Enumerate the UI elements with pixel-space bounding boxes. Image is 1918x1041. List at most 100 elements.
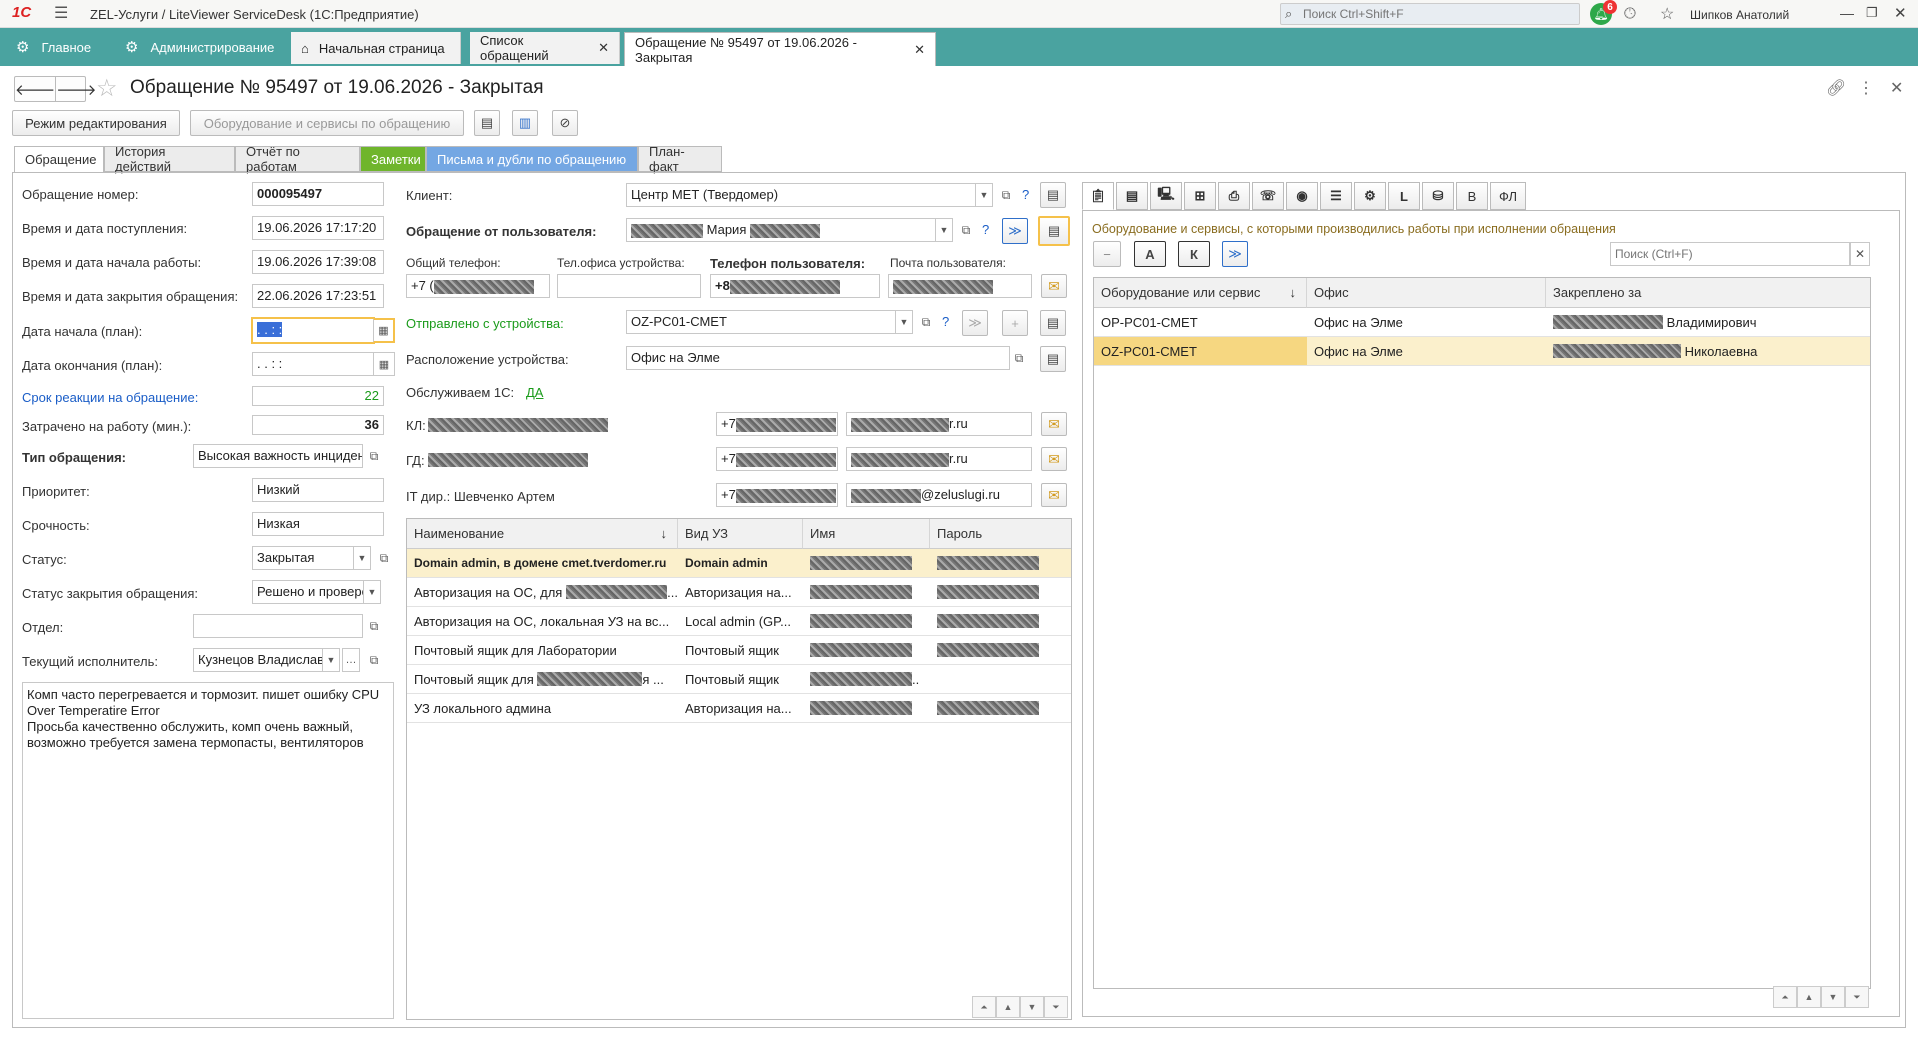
open-icon[interactable]: ⧉ <box>375 549 393 567</box>
table-row[interactable]: Авторизация на ОС, для ... Авторизация н… <box>407 578 1071 607</box>
chevron-down-icon[interactable]: ▼ <box>895 310 913 334</box>
email-icon[interactable]: ✉ <box>1041 412 1067 436</box>
forward-arrow-icon[interactable]: 🡒 <box>56 77 96 101</box>
tab-letters[interactable]: Письма и дубли по обращению <box>426 146 638 172</box>
request-number-field[interactable]: 000095497 <box>252 182 384 206</box>
scroll-down-icon[interactable]: ▼ <box>1821 986 1845 1008</box>
edit-mode-button[interactable]: Режим редактирования <box>12 110 180 136</box>
more-icon[interactable]: ⋮ <box>1858 78 1874 98</box>
chevron-down-icon[interactable]: ▼ <box>975 183 993 207</box>
priority-field[interactable]: Низкий <box>252 478 384 502</box>
user-name[interactable]: Шипков Анатолий <box>1690 8 1789 22</box>
help-icon[interactable]: ? <box>982 222 989 237</box>
user-phone-field[interactable]: +8 <box>710 274 880 298</box>
computer-icon[interactable]: 🖳 <box>1150 182 1182 210</box>
phone-icon[interactable]: ☏ <box>1252 182 1284 210</box>
phone-common-field[interactable]: +7 ( <box>406 274 550 298</box>
location-field[interactable]: Офис на Элме <box>626 346 1010 370</box>
forward-icon[interactable]: ≫ <box>1222 241 1248 267</box>
chevron-down-icon[interactable]: ▼ <box>935 218 953 242</box>
maximize-icon[interactable]: ❐ <box>1866 5 1878 21</box>
scroll-top-icon[interactable]: ⏶ <box>1773 986 1797 1008</box>
open-icon[interactable]: ⧉ <box>957 221 975 239</box>
column-header-name[interactable]: Наименование ↓ <box>407 519 678 549</box>
equipment-search-input[interactable] <box>1611 243 1849 265</box>
executor-field[interactable]: Кузнецов Владислав <box>193 648 323 672</box>
chevron-down-icon[interactable]: ▼ <box>353 546 371 570</box>
urgency-field[interactable]: Низкая <box>252 512 384 536</box>
printer-icon[interactable]: ⎙ <box>1218 182 1250 210</box>
clipboard-icon[interactable]: 📋︎ <box>1082 182 1114 210</box>
help-icon[interactable]: ? <box>1022 187 1029 202</box>
tab-request-main[interactable]: Обращение <box>14 146 104 173</box>
table-row[interactable]: Почтовый ящик для Лаборатории Почтовый я… <box>407 636 1071 665</box>
user-email-field[interactable] <box>888 274 1032 298</box>
close-tab-icon[interactable]: ✕ <box>914 42 925 58</box>
plan-end-field[interactable]: . . : : <box>252 352 374 376</box>
email-icon[interactable]: ✉ <box>1041 483 1067 507</box>
wifi-icon[interactable]: ◉ <box>1286 182 1318 210</box>
gear-icon[interactable]: ⚙ <box>1354 182 1386 210</box>
gd-email-field[interactable]: r.ru <box>846 447 1032 471</box>
open-icon[interactable]: ⧉ <box>365 447 383 465</box>
device-field[interactable]: OZ-PC01-СМЕТ <box>626 310 896 334</box>
email-icon[interactable]: ✉ <box>1041 274 1067 298</box>
section-admin[interactable]: ⚙ Администрирование <box>125 28 274 66</box>
calendar-icon[interactable]: ▦ <box>373 352 395 376</box>
scroll-up-icon[interactable]: ▲ <box>1797 986 1821 1008</box>
table-row[interactable]: Domain admin, в домене cmet.tverdomer.ru… <box>407 549 1071 578</box>
help-icon[interactable]: ? <box>942 314 949 329</box>
favorite-star-icon[interactable]: ☆ <box>96 74 118 103</box>
toolbar-letter-fl[interactable]: ФЛ <box>1490 182 1526 210</box>
scroll-bottom-icon[interactable]: ⏷ <box>1044 996 1068 1018</box>
close-window-icon[interactable]: ✕ <box>1894 4 1907 22</box>
back-arrow-icon[interactable]: 🡐 <box>15 77 57 101</box>
open-icon[interactable]: ⧉ <box>997 186 1015 204</box>
select-more-icon[interactable]: … <box>342 648 360 672</box>
plan-start-field[interactable]: . . : : <box>251 317 375 344</box>
toolbar-letter-b[interactable]: В <box>1456 182 1488 210</box>
serve1c-link[interactable]: ДА <box>526 385 543 400</box>
favorites-icon[interactable]: ☆ <box>1660 4 1674 24</box>
chevron-down-icon[interactable]: ▼ <box>363 580 381 604</box>
kl-email-field[interactable]: r.ru <box>846 412 1032 436</box>
list-icon[interactable]: ▤ <box>1040 346 1066 372</box>
scroll-bottom-icon[interactable]: ⏷ <box>1845 986 1869 1008</box>
tab-notes[interactable]: Заметки <box>360 146 426 172</box>
database-icon[interactable]: ⛁ <box>1422 182 1454 210</box>
table-row[interactable]: УЗ локального админа Авторизация на... <box>407 694 1071 723</box>
section-main[interactable]: ⚙ Главное <box>16 28 91 66</box>
received-field[interactable]: 19.06.2026 17:17:20 <box>252 216 384 240</box>
history-icon[interactable]: 🕓︎ <box>1624 5 1636 22</box>
close-status-field[interactable]: Решено и проверено <box>252 580 364 604</box>
table-row[interactable]: Авторизация на ОС, локальная УЗ на вс...… <box>407 607 1071 636</box>
plus-icon[interactable]: + <box>1002 310 1028 336</box>
open-icon[interactable]: ⧉ <box>1010 349 1028 367</box>
button-a[interactable]: А <box>1134 241 1166 267</box>
minimize-icon[interactable]: — <box>1840 5 1854 21</box>
column-header-owner[interactable]: Закреплено за <box>1546 278 1870 308</box>
column-header-password[interactable]: Пароль <box>930 519 1071 549</box>
menu-icon[interactable]: ☰ <box>54 3 68 23</box>
list-icon[interactable]: ▤ <box>474 110 500 136</box>
status-field[interactable]: Закрытая <box>252 546 354 570</box>
user-field[interactable]: Мария <box>626 218 936 242</box>
email-icon[interactable]: ✉ <box>1041 447 1067 471</box>
dept-field[interactable] <box>193 614 363 638</box>
column-header-login[interactable]: Имя <box>803 519 930 549</box>
tab-request[interactable]: Обращение № 95497 от 19.06.2026 - Закрыт… <box>624 32 936 66</box>
equipment-search[interactable] <box>1610 242 1850 266</box>
list-icon[interactable]: ▤ <box>1040 182 1066 208</box>
client-field[interactable]: Центр МЕТ (Твердомер) <box>626 183 976 207</box>
tab-plan-fact[interactable]: План-факт <box>638 144 722 174</box>
it-email-field[interactable]: @zeluslugi.ru <box>846 483 1032 507</box>
column-header-type[interactable]: Вид УЗ <box>678 519 803 549</box>
scroll-top-icon[interactable]: ⏶ <box>972 996 996 1018</box>
office-phone-field[interactable] <box>557 274 701 298</box>
open-icon[interactable]: ⧉ <box>365 617 383 635</box>
table-row[interactable]: Почтовый ящик для я ... Почтовый ящик .. <box>407 665 1071 694</box>
global-search[interactable]: ⌕ <box>1280 3 1580 25</box>
start-field[interactable]: 19.06.2026 17:39:08 <box>252 250 384 274</box>
link-icon[interactable]: 🔗︎ <box>1826 78 1846 98</box>
type-field[interactable]: Высокая важность инцидента <box>193 444 363 468</box>
